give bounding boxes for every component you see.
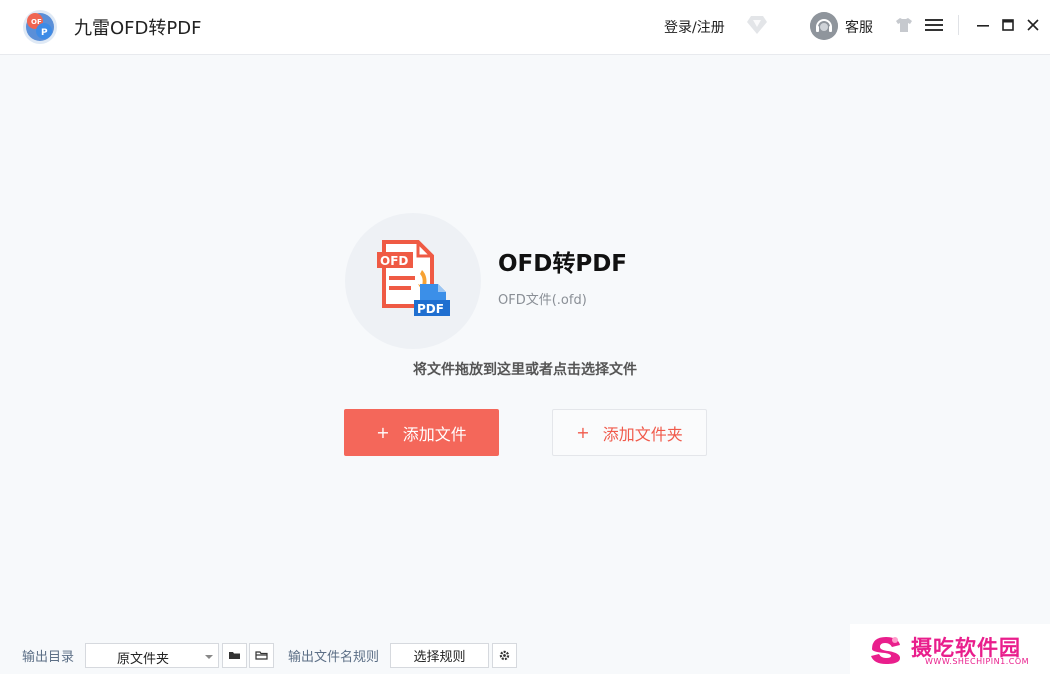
svg-text:OF: OF <box>31 18 42 26</box>
output-dir-select[interactable]: 原文件夹 <box>85 643 219 668</box>
browse-folder-button[interactable] <box>222 643 247 668</box>
add-folder-button[interactable]: + 添加文件夹 <box>552 409 707 456</box>
site-watermark: 摄吃软件园 WWW.SHECHIPIN1.COM <box>850 624 1050 674</box>
maximize-icon[interactable] <box>1000 17 1016 33</box>
watermark-url: WWW.SHECHIPIN1.COM <box>925 657 1030 666</box>
ofd-badge-text: OFD <box>380 254 408 268</box>
title-bar: OF P 九雷OFD转PDF 登录/注册 客服 <box>0 0 1050 55</box>
add-folder-label: 添加文件夹 <box>602 424 683 444</box>
customer-service-label: 客服 <box>845 20 873 36</box>
file-drop-zone[interactable]: OFD PDF OFD转PDF OFD文件(.ofd) 将文件拖放到这里或者点击… <box>0 55 1050 625</box>
close-icon[interactable] <box>1025 17 1041 33</box>
svg-text:P: P <box>41 28 48 38</box>
converter-title: OFD转PDF <box>498 251 628 277</box>
open-folder-button[interactable] <box>249 643 274 668</box>
rule-settings-button[interactable] <box>492 643 517 668</box>
app-title: 九雷OFD转PDF <box>74 18 202 39</box>
gear-icon <box>499 650 510 661</box>
folder-icon <box>229 652 240 659</box>
filename-rule-label: 输出文件名规则 <box>288 650 380 665</box>
pdf-badge-text: PDF <box>417 302 444 316</box>
chevron-down-icon <box>205 655 213 659</box>
output-dir-value: 原文件夹 <box>117 652 170 667</box>
add-file-label: 添加文件 <box>402 424 467 444</box>
open-folder-icon <box>255 651 268 660</box>
skin-shirt-icon[interactable] <box>895 17 913 33</box>
vip-diamond-icon[interactable] <box>746 15 768 35</box>
file-type-label: OFD文件(.ofd) <box>498 293 587 308</box>
ofd-to-pdf-icon: OFD PDF <box>377 240 450 316</box>
output-dir-label: 输出目录 <box>22 650 75 665</box>
choose-rule-button[interactable]: 选择规则 <box>390 643 489 668</box>
plus-icon: + <box>576 423 590 442</box>
add-file-button[interactable]: + 添加文件 <box>344 409 499 456</box>
login-register-link[interactable]: 登录/注册 <box>664 17 725 37</box>
app-logo-icon: OF P <box>23 10 57 44</box>
titlebar-divider <box>958 15 959 35</box>
minimize-icon[interactable] <box>975 17 991 33</box>
headset-avatar-icon <box>810 12 838 40</box>
menu-icon[interactable] <box>925 17 943 33</box>
watermark-logo-icon <box>871 637 900 664</box>
drop-hint: 将文件拖放到这里或者点击选择文件 <box>413 362 637 378</box>
plus-icon: + <box>376 423 390 442</box>
